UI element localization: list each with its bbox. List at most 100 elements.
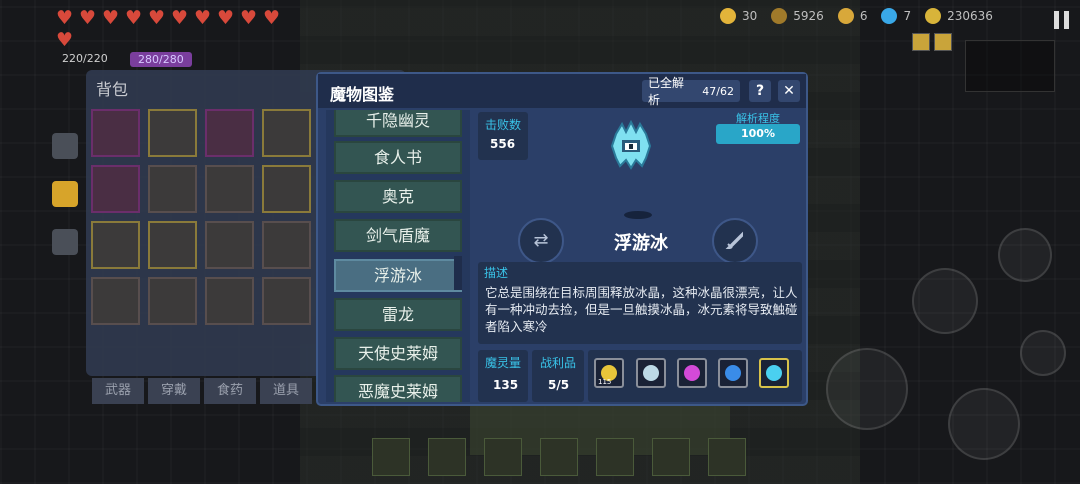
loot-count-panel: 战利品 5/5 xyxy=(532,350,584,402)
description-text: 它总是围绕在目标周围释放冰晶，这种冰晶很漂亮，让人有一种冲动去捡，但是一旦触摸冰… xyxy=(485,285,798,334)
resource-value: 6 xyxy=(859,9,868,23)
dialog-title: 魔物图鉴 xyxy=(330,85,395,104)
heart-icon: ♥ xyxy=(240,7,258,29)
inventory-slot[interactable] xyxy=(205,109,254,157)
sword-icon[interactable] xyxy=(712,218,758,264)
inventory-slot[interactable] xyxy=(91,277,140,325)
skill-button[interactable] xyxy=(998,228,1052,282)
loot-list: 115 xyxy=(588,350,802,402)
weapon-switch-button[interactable] xyxy=(912,268,978,334)
monster-name: 浮游冰 xyxy=(614,233,668,254)
inventory-slot[interactable] xyxy=(148,221,197,269)
pause-icon[interactable] xyxy=(1054,11,1070,29)
soul-label: 魔灵量 xyxy=(485,356,522,370)
inventory-slot[interactable] xyxy=(205,165,254,213)
hotbar-slot[interactable] xyxy=(540,438,578,476)
tab-wearables[interactable]: 穿戴 xyxy=(148,378,200,404)
close-button[interactable]: ✕ xyxy=(778,80,800,102)
inventory-slot[interactable] xyxy=(148,109,197,157)
inventory-slot[interactable] xyxy=(91,165,140,213)
hotbar-slot[interactable] xyxy=(596,438,634,476)
resource-key: 6 xyxy=(837,8,868,24)
crystal-shard-icon xyxy=(720,8,736,24)
monster-list-item[interactable]: 奥克 xyxy=(334,180,462,213)
kills-label: 击败数 xyxy=(485,118,522,132)
resource-coin: 230636 xyxy=(925,8,993,24)
minimap[interactable] xyxy=(965,40,1055,92)
monster-list-item[interactable]: 天使史莱姆 xyxy=(334,337,462,370)
backpack-tabs: 武器 穿戴 食药 道具 xyxy=(92,378,312,404)
buff-list xyxy=(912,33,952,51)
hotbar xyxy=(372,438,746,476)
loot-item[interactable] xyxy=(677,358,707,388)
heart-icon: ♥ xyxy=(102,7,120,29)
loot-item[interactable] xyxy=(636,358,666,388)
loot-item[interactable] xyxy=(718,358,748,388)
hotbar-slot[interactable] xyxy=(372,438,410,476)
resource-value: 5926 xyxy=(793,9,824,23)
monster-list[interactable]: 恶魔史莱姆 天使史莱姆 雷龙 浮游冰 剑气盾魔 奥克 食人书 千隐幽灵 xyxy=(326,110,470,402)
monster-list-item[interactable]: 剑气盾魔 xyxy=(334,219,462,252)
inventory-slot[interactable] xyxy=(205,221,254,269)
inventory-slot[interactable] xyxy=(205,277,254,325)
loot-label: 战利品 xyxy=(540,356,577,370)
buff-icon xyxy=(912,33,930,51)
tab-items[interactable]: 道具 xyxy=(260,378,312,404)
swap-button[interactable] xyxy=(1020,330,1066,376)
resource-material: 5926 xyxy=(771,8,824,24)
help-button[interactable]: ? xyxy=(749,80,771,102)
inventory-slot[interactable] xyxy=(91,109,140,157)
monster-list-item[interactable]: 千隐幽灵 xyxy=(334,110,462,137)
heart-icon: ♥ xyxy=(125,7,143,29)
loot-item[interactable] xyxy=(759,358,789,388)
inventory-slot[interactable] xyxy=(262,277,311,325)
heart-icon: ♥ xyxy=(79,7,97,29)
buff-icon xyxy=(934,33,952,51)
inventory-slot[interactable] xyxy=(91,221,140,269)
health-hearts: ♥ ♥ ♥ ♥ ♥ ♥ ♥ ♥ ♥ ♥ ♥ xyxy=(56,8,286,50)
monster-list-item[interactable]: 食人书 xyxy=(334,141,462,174)
loot-item[interactable]: 115 xyxy=(594,358,624,388)
staff-icon xyxy=(725,365,741,381)
soul-value: 135 xyxy=(493,378,519,392)
inventory-slot[interactable] xyxy=(262,109,311,157)
analysis-progress-badge: 已全解析 47/62 xyxy=(642,76,740,107)
swap-icon[interactable]: ⇄ xyxy=(518,218,564,264)
loot-value: 5/5 xyxy=(548,378,570,392)
hint-icon[interactable] xyxy=(52,229,78,255)
heart-icon: ♥ xyxy=(194,7,212,29)
treasure-icon[interactable] xyxy=(52,181,78,207)
inventory-slot[interactable] xyxy=(148,165,197,213)
inventory-slot[interactable] xyxy=(262,165,311,213)
inventory-slot[interactable] xyxy=(262,221,311,269)
dash-button[interactable] xyxy=(948,388,1020,460)
monster-list-item[interactable]: 浮游冰 xyxy=(334,259,462,292)
progress-value: 47/62 xyxy=(702,84,734,98)
side-menu xyxy=(52,133,78,255)
resource-crystal-shard: 30 xyxy=(720,8,757,24)
hotbar-slot[interactable] xyxy=(652,438,690,476)
tab-weapons[interactable]: 武器 xyxy=(92,378,144,404)
armor-icon[interactable] xyxy=(52,133,78,159)
inventory-slot[interactable] xyxy=(148,277,197,325)
hotbar-slot[interactable] xyxy=(708,438,746,476)
material-icon xyxy=(771,8,788,24)
resource-value: 7 xyxy=(903,9,912,23)
heart-icon: ♥ xyxy=(148,7,166,29)
loot-item-count: 115 xyxy=(598,378,612,386)
resource-gem: 7 xyxy=(881,8,911,24)
monster-list-item[interactable]: 雷龙 xyxy=(334,298,462,331)
monster-list-item[interactable]: 恶魔史莱姆 xyxy=(334,375,462,402)
hotbar-slot[interactable] xyxy=(428,438,466,476)
tab-consumables[interactable]: 食药 xyxy=(204,378,256,404)
monster-codex-dialog: 魔物图鉴 已全解析 47/62 ? ✕ 恶魔史莱姆 天使史莱姆 雷龙 浮游冰 剑气盾魔 奥… xyxy=(316,72,808,406)
hotbar-slot[interactable] xyxy=(484,438,522,476)
attack-button[interactable] xyxy=(826,348,908,430)
kills-panel: 击败数 556 xyxy=(478,112,528,160)
ice-crystal-icon xyxy=(766,365,782,381)
description-panel: 描述 它总是围绕在目标周围释放冰晶，这种冰晶很漂亮，让人有一种冲动去捡，但是一旦… xyxy=(478,262,802,344)
resource-value: 30 xyxy=(742,9,758,23)
backpack-title: 背包 xyxy=(96,80,129,99)
heart-icon: ♥ xyxy=(171,7,189,29)
list-scrollbar[interactable] xyxy=(454,256,462,290)
